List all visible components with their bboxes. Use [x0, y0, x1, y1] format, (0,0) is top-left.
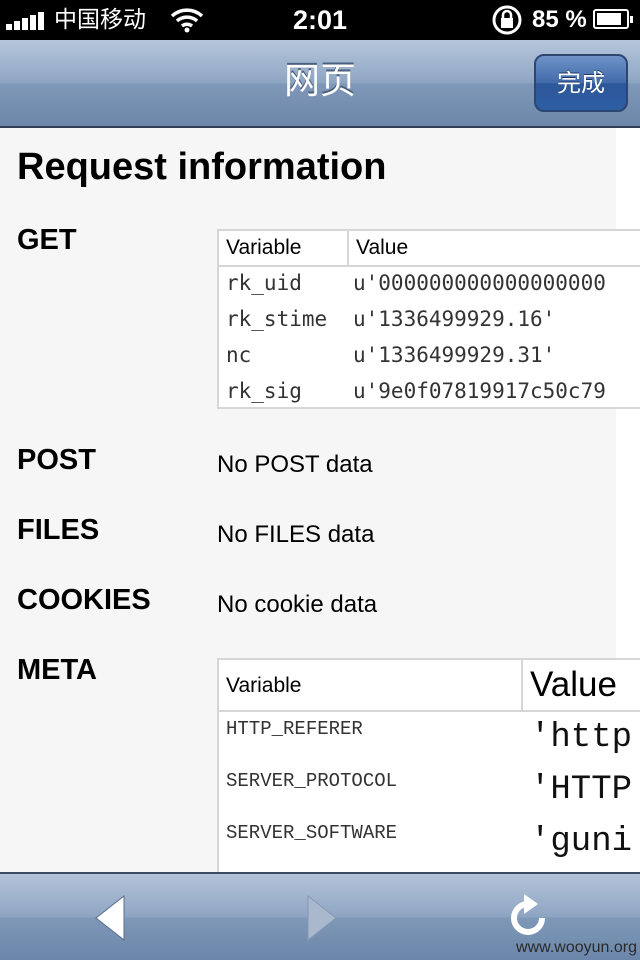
post-section-text: No POST data — [217, 451, 373, 478]
get-var-name: nc — [226, 343, 252, 367]
table-row: nc u'1336499929.31' — [219, 337, 640, 373]
meta-var-name: SERVER_PROTOCOL — [226, 770, 398, 792]
page-title: Request information — [17, 146, 387, 188]
table-row: SERVER_SOFTWARE 'guni — [219, 818, 640, 870]
web-page-content[interactable]: Request information GET Variable Value r… — [0, 128, 640, 872]
get-var-value: u'9e0f07819917c50c79 — [353, 379, 606, 403]
forward-arrow-icon[interactable] — [292, 890, 348, 946]
navigation-bar: 网页 完成 — [0, 40, 640, 128]
status-bar: 中国移动 2:01 85 % — [0, 0, 640, 40]
get-var-name: rk_stime — [226, 307, 328, 331]
meta-table: Variable Value HTTP_REFERER 'http SERVER… — [217, 658, 640, 872]
browser-toolbar: www.wooyun.org — [0, 872, 640, 960]
get-variable-header: Variable — [226, 236, 302, 259]
meta-section-label: META — [17, 654, 98, 686]
meta-var-name: HTTP_REFERER — [226, 718, 363, 740]
get-var-value: u'000000000000000000 — [353, 271, 606, 295]
rotation-lock-icon — [492, 5, 522, 35]
post-section-label: POST — [17, 444, 96, 476]
meta-var-value: 'HTTP — [530, 771, 633, 809]
get-value-header: Value — [356, 236, 409, 259]
table-row: HTTP_REFERER 'http — [219, 714, 640, 766]
cookies-section-text: No cookie data — [217, 591, 378, 618]
meta-value-header: Value — [530, 665, 617, 704]
get-var-value: u'1336499929.31' — [353, 343, 556, 367]
meta-table-header: Variable Value — [219, 660, 640, 712]
table-row: rk_stime u'1336499929.16' — [219, 301, 640, 337]
get-section-label: GET — [17, 224, 77, 256]
meta-var-value: 'http — [530, 719, 633, 757]
battery-percentage: 85 % — [532, 6, 587, 33]
table-row: SERVER_PROTOCOL 'HTTP — [219, 766, 640, 818]
files-section-text: No FILES data — [217, 521, 375, 548]
get-var-value: u'1336499929.16' — [353, 307, 556, 331]
done-button[interactable]: 完成 — [534, 54, 628, 112]
meta-var-name: SERVER_SOFTWARE — [226, 822, 398, 844]
meta-var-value: 'guni — [530, 823, 633, 861]
table-row: rk_sig u'9e0f07819917c50c79 — [219, 373, 640, 409]
files-section-label: FILES — [17, 514, 100, 546]
meta-variable-header: Variable — [226, 674, 302, 697]
get-var-name: rk_sig — [226, 379, 302, 403]
watermark: www.wooyun.org — [516, 939, 637, 956]
table-row: rk_uid u'000000000000000000 — [219, 265, 640, 301]
get-var-name: rk_uid — [226, 271, 302, 295]
battery-icon — [593, 9, 633, 29]
get-table: Variable Value rk_uid u'0000000000000000… — [217, 229, 640, 409]
back-arrow-icon[interactable] — [84, 890, 140, 946]
cookies-section-label: COOKIES — [17, 584, 151, 616]
get-table-header: Variable Value — [219, 231, 640, 267]
